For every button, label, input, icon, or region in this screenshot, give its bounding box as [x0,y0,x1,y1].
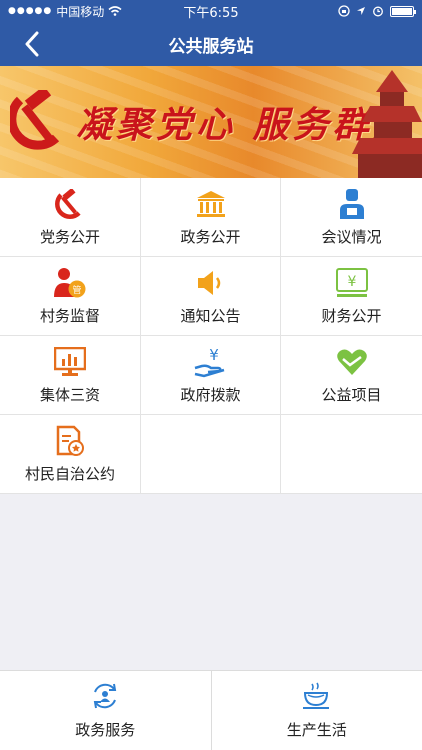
status-right [264,5,416,17]
wifi-icon [108,6,122,16]
service-item-government-affairs[interactable]: 政务公开 [141,178,281,257]
status-time: 下午6:55 [183,5,239,21]
government-building-icon [194,188,228,220]
service-label: 财务公开 [321,306,382,325]
service-label: 政府拨款 [180,385,241,404]
service-item-finance[interactable]: ¥ 财务公开 [281,257,422,336]
app-header: ●●●●● 中国移动 下午6:55 公共服务站 [0,0,422,66]
location-icon [357,7,365,15]
service-label: 会议情况 [321,227,382,246]
tab-government-services[interactable]: 政务服务 [0,671,211,750]
chevron-left-icon [25,31,39,57]
service-label: 党务公开 [39,227,100,246]
navigation-bar: 公共服务站 [0,22,422,66]
service-label: 公益项目 [321,385,382,404]
svg-text:管: 管 [72,284,81,296]
supervision-person-icon: 管 [53,267,87,299]
service-item-village-covenant[interactable]: 村民自治公约 [0,415,141,494]
money-hand-icon: ¥ [194,346,228,378]
tab-production-life[interactable]: 生产生活 [210,671,422,750]
hammer-sickle-icon [53,188,87,220]
speaker-icon [194,267,228,299]
svg-text:¥: ¥ [209,346,219,364]
service-item-government-funding[interactable]: ¥ 政府拨款 [141,336,281,415]
service-item-notices[interactable]: 通知公告 [141,257,281,336]
chart-monitor-icon [53,346,87,378]
service-label: 政务公开 [180,227,241,246]
empty-cell [281,415,422,494]
service-grid: 党务公开 政务公开 会议情况 管 村务监督 通知公告 ¥ 财务公开 集体三资 ¥… [0,178,422,494]
page-title: 公共服务站 [168,36,254,57]
status-bar: ●●●●● 中国移动 下午6:55 [0,0,422,22]
party-emblem-icon [10,90,60,150]
service-item-party-affairs[interactable]: 党务公开 [0,178,141,257]
refresh-person-icon [94,683,117,709]
rotation-lock-icon [338,5,350,17]
service-label: 通知公告 [180,306,241,325]
coffee-cup-icon [302,682,329,709]
service-item-meetings[interactable]: 会议情况 [281,178,422,257]
finance-yuan-icon: ¥ [335,267,369,299]
bottom-tab-bar: 政务服务 生产生活 [0,670,422,750]
document-seal-icon [53,425,87,457]
back-button[interactable] [18,30,46,58]
svg-text:¥: ¥ [347,274,356,290]
service-label: 村民自治公约 [24,464,115,483]
temple-icon [352,70,422,178]
empty-cell [141,415,281,494]
alarm-icon [373,6,383,17]
service-label: 村务监督 [39,306,100,325]
service-item-village-supervision[interactable]: 管 村务监督 [0,257,141,336]
heart-icon [335,346,369,378]
banner-image: 凝聚党心 服务群众 [0,66,422,178]
tab-label: 政务服务 [75,721,136,739]
battery-icon [390,5,416,17]
status-left: ●●●●● 中国移动 [8,3,158,20]
meeting-person-icon [335,188,369,220]
signal-icon: ●●●●● [8,6,53,16]
service-item-collective-assets[interactable]: 集体三资 [0,336,141,415]
service-item-public-welfare[interactable]: 公益项目 [281,336,422,415]
carrier-name: 中国移动 [56,4,105,19]
service-label: 集体三资 [39,385,100,404]
tab-label: 生产生活 [286,721,347,739]
